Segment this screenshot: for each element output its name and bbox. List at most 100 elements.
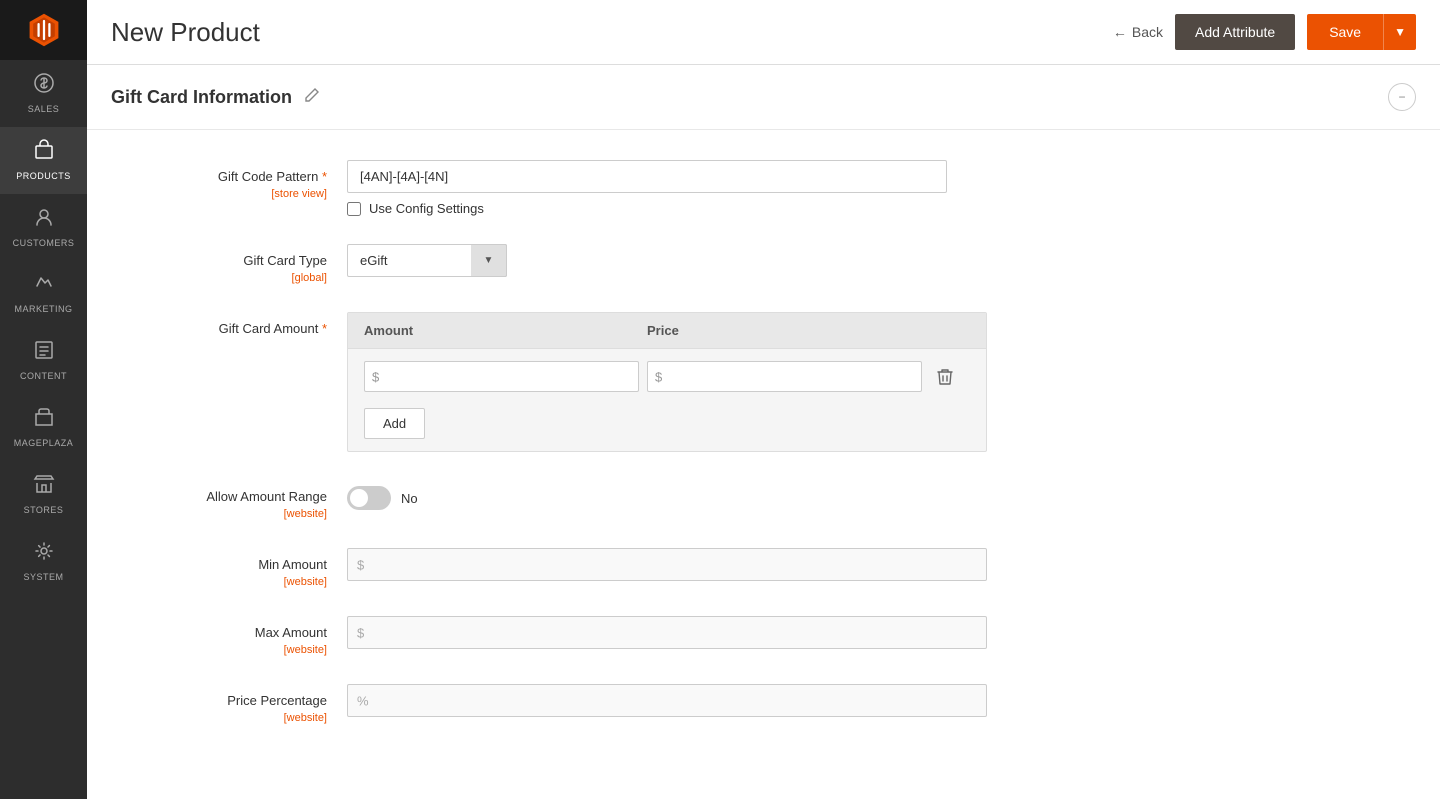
use-config-row: Use Config Settings	[347, 201, 1400, 216]
amount-table: Amount Price $ $	[347, 312, 987, 452]
sidebar-logo	[0, 0, 87, 60]
page-header: New Product ← Back Add Attribute Save ▼	[87, 0, 1440, 65]
min-amount-field: $	[347, 548, 1400, 581]
price-percentage-label: Price Percentage	[227, 693, 327, 708]
add-attribute-button[interactable]: Add Attribute	[1175, 14, 1295, 50]
add-amount-button[interactable]: Add	[364, 408, 425, 439]
gift-card-type-label: Gift Card Type	[243, 253, 327, 268]
sidebar-item-stores-label: STORES	[24, 505, 64, 516]
save-dropdown-button[interactable]: ▼	[1383, 14, 1416, 50]
price-percentage-scope: [website]	[127, 712, 327, 724]
chevron-down-icon: ▼	[1394, 25, 1406, 39]
sidebar-item-sales-label: SALES	[28, 104, 60, 115]
allow-amount-range-label: Allow Amount Range	[206, 489, 327, 504]
sidebar-item-content[interactable]: CONTENT	[0, 327, 87, 394]
sidebar-item-content-label: CONTENT	[20, 371, 67, 382]
sales-icon	[33, 72, 55, 100]
delete-amount-row-1-button[interactable]	[930, 362, 960, 392]
sidebar-item-customers-label: CUSTOMERS	[13, 238, 75, 249]
price-percentage-row: Price Percentage [website] %	[127, 684, 1400, 724]
stores-icon	[33, 473, 55, 501]
sidebar-item-products[interactable]: PRODUCTS	[0, 127, 87, 194]
max-amount-input[interactable]	[347, 616, 987, 649]
minus-icon: −	[1398, 90, 1405, 104]
content-icon	[33, 339, 55, 367]
gift-card-amount-label-group: Gift Card Amount	[127, 312, 347, 338]
min-amount-label: Min Amount	[258, 557, 327, 572]
mageplaza-icon	[33, 406, 55, 434]
min-amount-scope: [website]	[127, 576, 327, 588]
section-title: Gift Card Information	[111, 87, 292, 108]
main-area: New Product ← Back Add Attribute Save ▼ …	[87, 0, 1440, 799]
collapse-section-button[interactable]: −	[1388, 83, 1416, 111]
gift-card-type-label-group: Gift Card Type [global]	[127, 244, 347, 284]
form-body: Gift Code Pattern [store view] Use Confi…	[87, 130, 1440, 782]
back-button[interactable]: ← Back	[1113, 24, 1163, 40]
edit-section-button[interactable]	[304, 87, 320, 108]
system-icon	[33, 540, 55, 568]
allow-amount-range-toggle[interactable]	[347, 486, 391, 510]
max-amount-input-wrapper: $	[347, 616, 987, 649]
sidebar-item-mageplaza[interactable]: MAGEPLAZA	[0, 394, 87, 461]
gift-code-pattern-label-group: Gift Code Pattern [store view]	[127, 160, 347, 200]
allow-amount-range-label-group: Allow Amount Range [website]	[127, 480, 347, 520]
sidebar-item-marketing-label: MARKETING	[14, 304, 72, 315]
gift-card-type-select-wrapper: Virtual Physical Combined eGift ▼	[347, 244, 507, 277]
sidebar-item-products-label: PRODUCTS	[16, 171, 71, 182]
sidebar: SALES PRODUCTS CUSTOMERS MARKETING CONTE…	[0, 0, 87, 799]
marketing-icon	[33, 272, 55, 300]
price-percentage-label-group: Price Percentage [website]	[127, 684, 347, 724]
allow-amount-range-field: No	[347, 480, 1400, 510]
sidebar-item-sales[interactable]: SALES	[0, 60, 87, 127]
use-config-checkbox[interactable]	[347, 202, 361, 216]
gift-card-type-select[interactable]: Virtual Physical Combined eGift	[347, 244, 507, 277]
price-input-1[interactable]	[647, 361, 922, 392]
max-amount-scope: [website]	[127, 644, 327, 656]
amount-table-body: $ $	[348, 349, 986, 451]
price-input-wrapper-1: $	[647, 361, 922, 392]
customers-icon	[33, 206, 55, 234]
max-amount-label-group: Max Amount [website]	[127, 616, 347, 656]
save-button[interactable]: Save	[1307, 14, 1383, 50]
allow-amount-range-scope: [website]	[127, 508, 327, 520]
amount-col-header: Amount	[364, 323, 639, 338]
gift-card-type-field: Virtual Physical Combined eGift ▼	[347, 244, 1400, 277]
price-col-header: Price	[647, 323, 922, 338]
gift-code-pattern-label: Gift Code Pattern	[218, 169, 327, 184]
max-amount-field: $	[347, 616, 1400, 649]
sidebar-item-marketing[interactable]: MARKETING	[0, 260, 87, 327]
pencil-icon	[304, 87, 320, 103]
sidebar-item-stores[interactable]: STORES	[0, 461, 87, 528]
price-percentage-input[interactable]	[347, 684, 987, 717]
amount-input-wrapper-1: $	[364, 361, 639, 392]
gift-card-type-scope: [global]	[127, 272, 327, 284]
sidebar-item-mageplaza-label: MAGEPLAZA	[14, 438, 74, 449]
gift-code-pattern-input[interactable]	[347, 160, 947, 193]
price-percentage-input-wrapper: %	[347, 684, 987, 717]
gift-card-type-row: Gift Card Type [global] Virtual Physical…	[127, 244, 1400, 284]
price-percentage-field: %	[347, 684, 1400, 717]
sidebar-item-customers[interactable]: CUSTOMERS	[0, 194, 87, 261]
gift-card-amount-label: Gift Card Amount	[219, 321, 327, 336]
sidebar-item-system-label: SYSTEM	[23, 572, 63, 583]
sidebar-item-system[interactable]: SYSTEM	[0, 528, 87, 595]
add-amount-row-area: Add	[364, 400, 970, 439]
save-button-group: Save ▼	[1307, 14, 1416, 50]
page-title: New Product	[111, 17, 260, 48]
page-content: Gift Card Information − Gift Code Patter…	[87, 65, 1440, 799]
trash-icon	[937, 368, 953, 386]
section-title-group: Gift Card Information	[111, 87, 320, 108]
max-amount-row: Max Amount [website] $	[127, 616, 1400, 656]
back-arrow-icon: ←	[1113, 24, 1127, 40]
allow-amount-range-row: Allow Amount Range [website] No	[127, 480, 1400, 520]
gift-code-pattern-row: Gift Code Pattern [store view] Use Confi…	[127, 160, 1400, 216]
use-config-label[interactable]: Use Config Settings	[369, 201, 484, 216]
products-icon	[33, 139, 55, 167]
min-amount-input[interactable]	[347, 548, 987, 581]
min-amount-row: Min Amount [website] $	[127, 548, 1400, 588]
toggle-wrapper: No	[347, 480, 1400, 510]
gift-card-amount-field: Amount Price $ $	[347, 312, 1400, 452]
amount-input-1[interactable]	[364, 361, 639, 392]
amount-table-header: Amount Price	[348, 313, 986, 349]
header-actions: ← Back Add Attribute Save ▼	[1113, 14, 1416, 50]
